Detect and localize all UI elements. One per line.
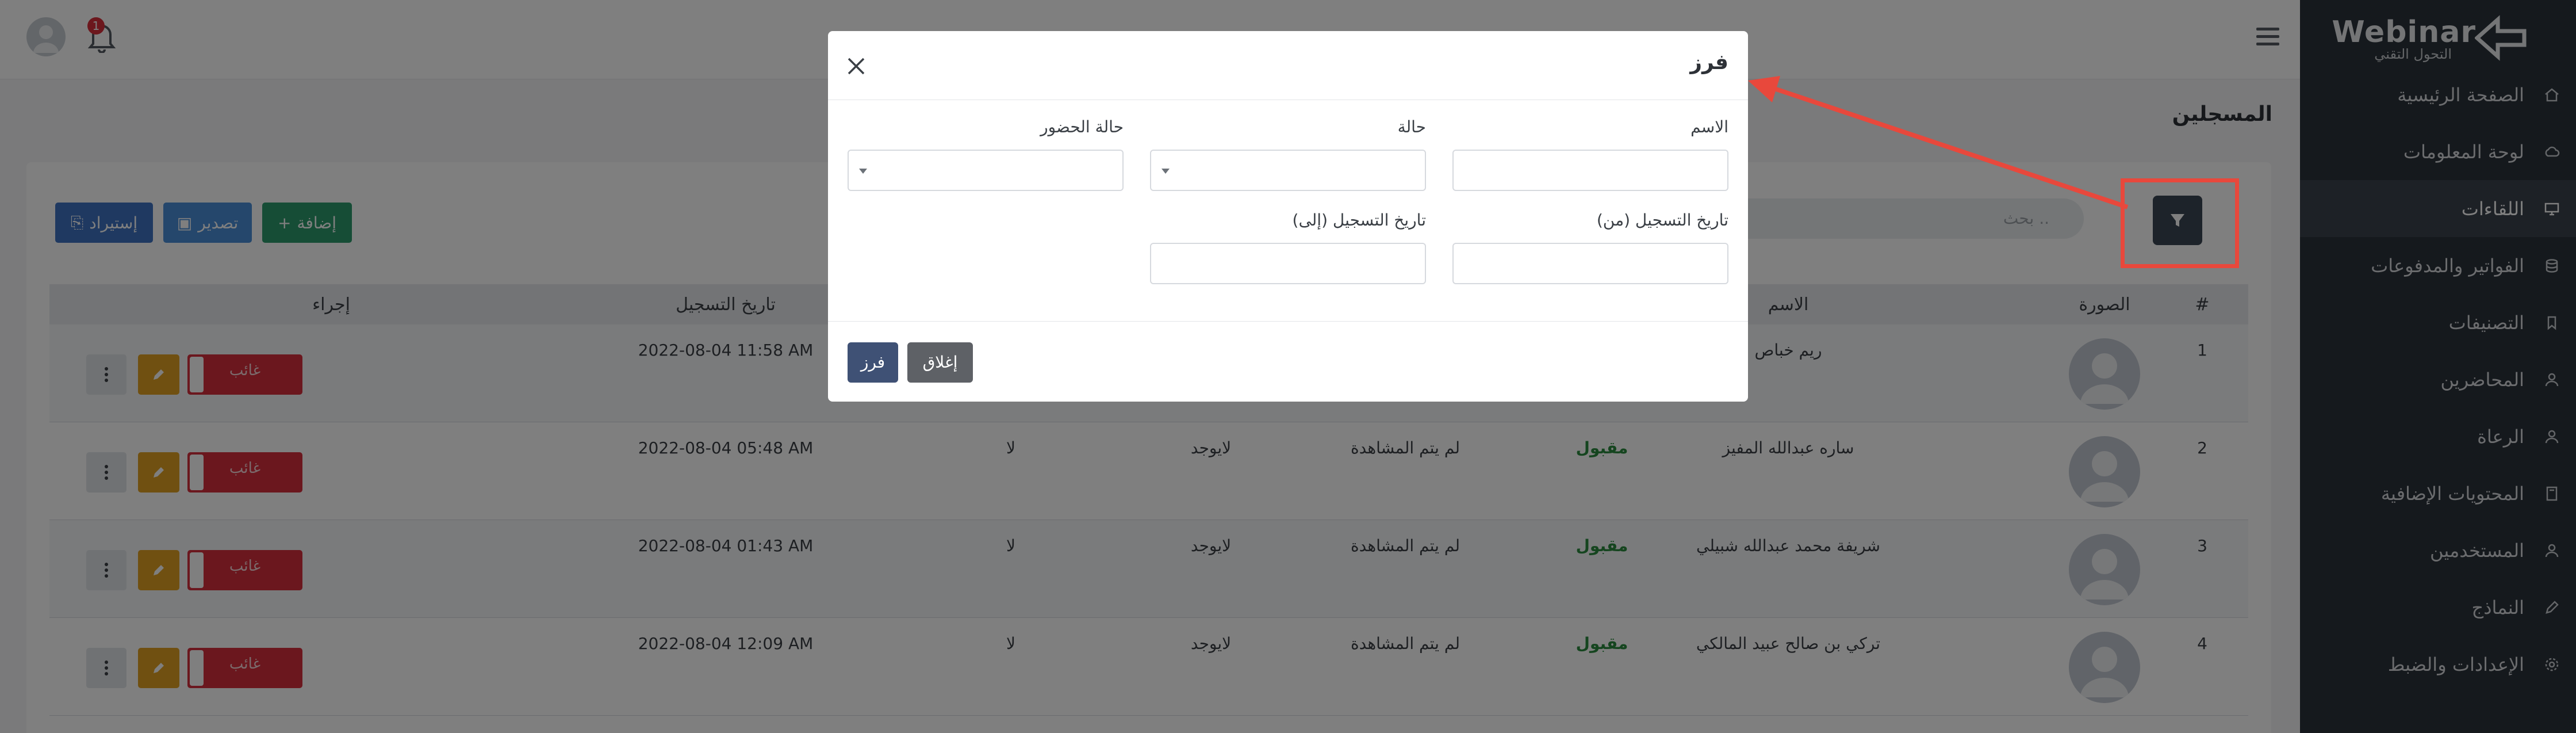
date-to-label: تاريخ التسجيل (إلى) [1292,211,1426,230]
attendance-select[interactable] [848,150,1124,191]
close-icon[interactable] [844,54,868,78]
sort-button[interactable]: فرز [848,342,898,383]
name-input[interactable] [1452,150,1728,191]
modal-title: فرز [1690,51,1728,74]
highlight-box [2121,178,2239,268]
date-to-input[interactable] [1150,243,1426,284]
date-from-label: تاريخ التسجيل (من) [1596,211,1728,230]
close-button[interactable]: إغلاق [907,342,973,383]
status-label: حالة [1397,117,1426,136]
modal-header: فرز [828,31,1748,100]
attendance-label: حالة الحضور [1040,117,1124,136]
status-select[interactable] [1150,150,1426,191]
chevron-down-icon [1162,169,1170,174]
name-label: الاسم [1690,117,1728,136]
chevron-down-icon [859,169,867,174]
date-from-input[interactable] [1452,243,1728,284]
